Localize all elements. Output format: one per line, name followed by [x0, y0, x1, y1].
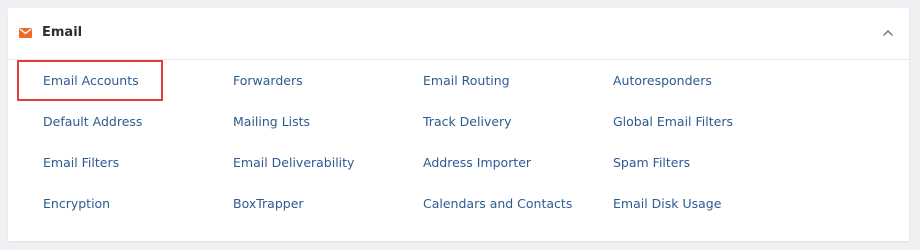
link-address-importer[interactable]: Address Importer — [423, 142, 531, 183]
link-spam-filters[interactable]: Spam Filters — [613, 142, 690, 183]
link-email-disk-usage[interactable]: Email Disk Usage — [613, 183, 721, 224]
link-forwarders[interactable]: Forwarders — [233, 60, 303, 101]
link-mailing-lists[interactable]: Mailing Lists — [233, 101, 310, 142]
mail-icon — [19, 28, 32, 38]
link-track-delivery[interactable]: Track Delivery — [423, 101, 512, 142]
collapse-button[interactable] — [877, 22, 899, 44]
email-panel: Email Email Accounts Forwarders Email Ro… — [8, 8, 909, 241]
link-email-routing[interactable]: Email Routing — [423, 60, 510, 101]
chevron-up-icon — [883, 30, 893, 36]
link-autoresponders[interactable]: Autoresponders — [613, 60, 712, 101]
link-global-email-filters[interactable]: Global Email Filters — [613, 101, 733, 142]
panel-title: Email — [42, 25, 83, 40]
link-email-filters[interactable]: Email Filters — [43, 142, 119, 183]
link-email-accounts[interactable]: Email Accounts — [17, 60, 163, 101]
link-encryption[interactable]: Encryption — [43, 183, 110, 224]
link-calendars-and-contacts[interactable]: Calendars and Contacts — [423, 183, 572, 224]
link-boxtrapper[interactable]: BoxTrapper — [233, 183, 304, 224]
link-email-deliverability[interactable]: Email Deliverability — [233, 142, 354, 183]
panel-header[interactable]: Email — [8, 8, 909, 60]
link-default-address[interactable]: Default Address — [43, 101, 142, 142]
